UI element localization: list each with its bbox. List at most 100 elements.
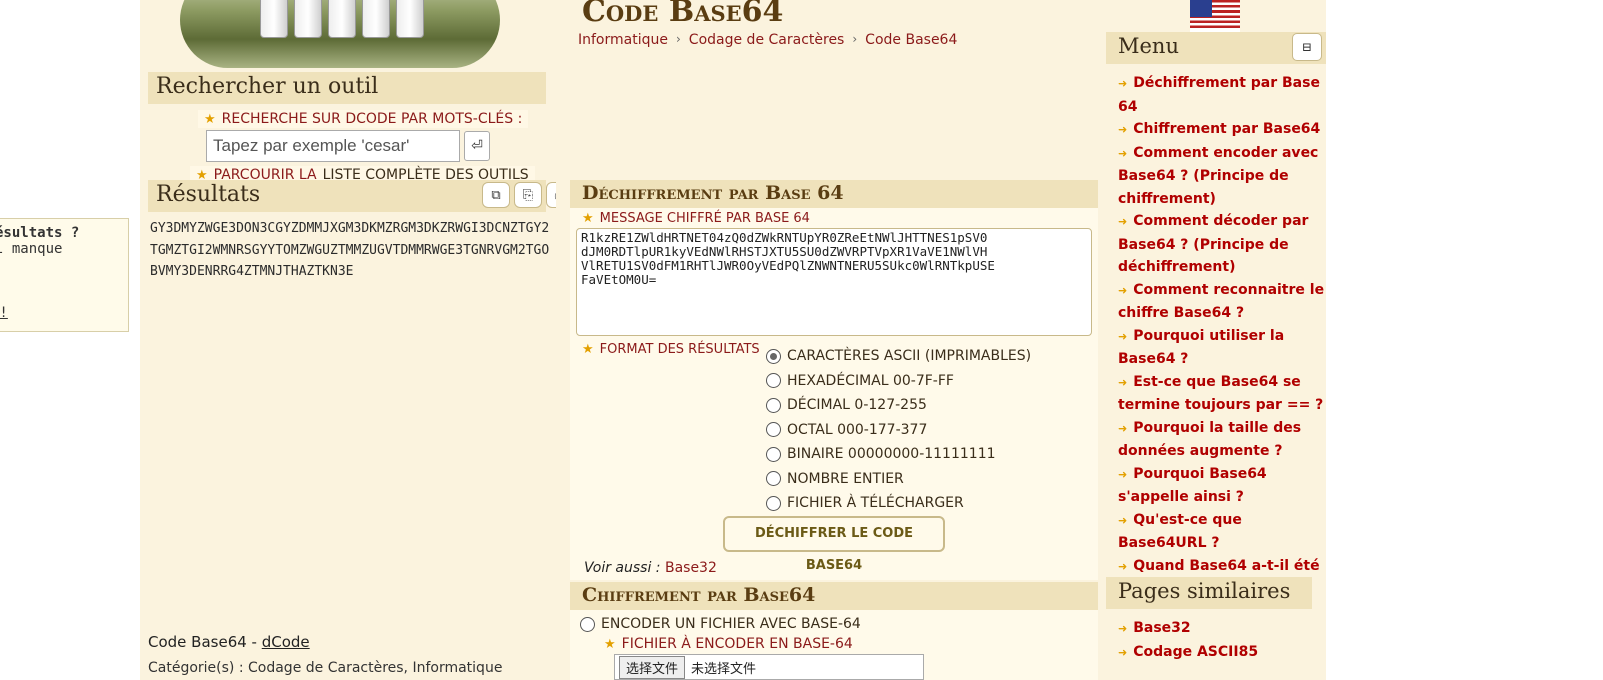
tooltip-title: ésultats ? [0, 225, 80, 241]
menu-item-label: Pourquoi la taille des données augmente … [1118, 419, 1302, 460]
similar-item-label: Codage ASCII85 [1133, 643, 1259, 660]
encrypt-section: Chiffrement par Base64 ENCODER UN FICHIE… [570, 582, 1098, 680]
cryptex-rings [260, 0, 460, 40]
arrow-icon: ➜ [1118, 622, 1128, 635]
page-title: Code Base64 [582, 0, 784, 29]
menu-heading: Menu ⊟ [1106, 32, 1326, 64]
similar-pages-list: ➜ Base32 ➜ Codage ASCII85 [1118, 617, 1258, 664]
english-flag-icon[interactable] [1190, 0, 1240, 32]
arrow-icon: ➜ [1118, 283, 1128, 297]
menu-item[interactable]: ➜ Déchiffrement par Base 64 [1118, 72, 1328, 118]
format-option-label: BINAIRE 00000000-11111111 [787, 446, 996, 463]
format-option-label: NOMBRE ENTIER [787, 470, 904, 487]
format-option-label: OCTAL 000-177-377 [787, 421, 928, 438]
menu-item[interactable]: ➜ Pourquoi la taille des données augmente… [1118, 417, 1328, 463]
collapse-icon[interactable]: ⊟ [1292, 33, 1322, 61]
radio[interactable] [766, 373, 781, 389]
radio[interactable] [766, 422, 781, 438]
keywords-label-row: ★ RECHERCHE SUR DCODE PAR MOTS-CLÉS : [198, 110, 529, 128]
decrypt-section: Déchiffrement par Base 64 ★ MESSAGE CHIF… [570, 180, 1098, 580]
menu-item[interactable]: ➜ Pourquoi Base64 s'appelle ainsi ? [1118, 463, 1328, 509]
radio[interactable] [766, 397, 781, 413]
format-option-label: FICHIER À TÉLÉCHARGER [787, 495, 964, 512]
star-icon: ★ [582, 342, 594, 357]
menu-item[interactable]: ➜ Pourquoi utiliser la Base64 ? [1118, 325, 1328, 371]
arrow-icon: ➜ [1118, 123, 1128, 136]
decrypt-button[interactable]: DÉCHIFFRER LE CODE BASE64 [723, 516, 945, 573]
footer-line: Code Base64 - dCode [148, 633, 310, 651]
file-status: 未选择文件 [691, 661, 757, 677]
search-heading: Rechercher un outil [148, 72, 546, 104]
file-label: FICHIER À ENCODER EN BASE-64 [621, 636, 853, 652]
format-option-binary[interactable]: BINAIRE 00000000-11111111 [766, 442, 1031, 467]
radio[interactable] [580, 616, 595, 632]
search-input[interactable] [206, 130, 460, 162]
similar-item[interactable]: ➜ Codage ASCII85 [1118, 641, 1258, 665]
menu-item[interactable]: ➜ Comment reconnaitre le chiffre Base64 ? [1118, 279, 1328, 325]
radio-selected[interactable] [766, 348, 781, 364]
menu-item[interactable]: ➜ Est-ce que Base64 se termine toujours p… [1118, 371, 1328, 417]
right-column: Menu ⊟ ➜ Déchiffrement par Base 64 ➜ Chiff… [1104, 0, 1326, 680]
radio[interactable] [766, 471, 781, 487]
keywords-label: RECHERCHE SUR DCODE PAR MOTS-CLÉS : [221, 111, 523, 127]
similar-pages-heading: Pages similaires [1106, 577, 1312, 609]
format-option-octal[interactable]: OCTAL 000-177-377 [766, 418, 1031, 443]
file-input[interactable]: 选择文件 未选择文件 [614, 654, 924, 680]
ciphertext-input[interactable]: R1kzRE1ZWldHRTNET04zQ0dZWkRNTUpYR0ZReEtN… [576, 228, 1092, 336]
arrow-icon: ➜ [1118, 77, 1128, 90]
encrypt-heading: Chiffrement par Base64 [570, 582, 1098, 610]
menu-item-label: Comment reconnaitre le chiffre Base64 ? [1118, 281, 1325, 322]
radio[interactable] [766, 495, 781, 511]
logo[interactable] [140, 0, 556, 70]
encode-file-label: ENCODER UN FICHIER AVEC BASE-64 [601, 616, 861, 632]
format-options: CARACTÈRES ASCII (IMPRIMABLES) HEXADÉCIM… [766, 344, 1031, 516]
arrow-icon: ➜ [1118, 513, 1128, 527]
decrypt-body: ★ MESSAGE CHIFFRÉ PAR BASE 64 R1kzRE1ZWl… [570, 208, 1098, 580]
choose-file-button[interactable]: 选择文件 [619, 655, 686, 679]
menu-item[interactable]: ➜ Chiffrement par Base64 [1118, 118, 1328, 142]
format-option-file[interactable]: FICHIER À TÉLÉCHARGER [766, 491, 1031, 516]
enter-icon: ⏎ [471, 138, 483, 154]
radio[interactable] [766, 446, 781, 462]
arrow-icon: ➜ [1118, 467, 1128, 481]
format-option-label: HEXADÉCIMAL 00-7F-FF [787, 372, 954, 389]
file-label-row: ★ FICHIER À ENCODER EN BASE-64 [570, 634, 1098, 654]
encode-file-option[interactable]: ENCODER UN FICHIER AVEC BASE-64 [570, 610, 1098, 634]
breadcrumb-informatique[interactable]: Informatique [578, 32, 668, 48]
menu-item[interactable]: ➜ Qu'est-ce que Base64URL ? [1118, 509, 1328, 555]
format-option-hex[interactable]: HEXADÉCIMAL 00-7F-FF [766, 369, 1031, 394]
menu-item-label: Comment décoder par Base64 ? (Principe d… [1118, 213, 1309, 275]
format-option-ascii[interactable]: CARACTÈRES ASCII (IMPRIMABLES) [766, 344, 1031, 369]
star-icon: ★ [582, 211, 594, 226]
breadcrumb-separator-icon: › [852, 32, 858, 46]
arrow-icon: ➜ [1118, 329, 1128, 343]
similar-item-label: Base32 [1133, 620, 1191, 636]
breadcrumb: Informatique › Codage de Caractères › Co… [578, 32, 957, 48]
arrow-icon: ➜ [1118, 559, 1128, 573]
star-icon: ★ [204, 111, 216, 127]
copy-icon[interactable]: ⧉ [482, 182, 510, 208]
footer-prefix: Code Base64 - [148, 633, 262, 651]
format-option-label: DÉCIMAL 0-127-255 [787, 397, 927, 414]
message-label-row: ★ MESSAGE CHIFFRÉ PAR BASE 64 [570, 208, 1098, 226]
format-option-integer[interactable]: NOMBRE ENTIER [766, 467, 1031, 492]
menu-list: ➜ Déchiffrement par Base 64 ➜ Chiffrement … [1118, 72, 1328, 601]
menu-item-label: Comment encoder avec Base64 ? (Principe … [1118, 144, 1319, 207]
menu-item[interactable]: ➜ Comment encoder avec Base64 ? (Principe… [1118, 142, 1328, 211]
menu-item-label: Est-ce que Base64 se termine toujours pa… [1118, 373, 1324, 414]
dcode-link[interactable]: dCode [262, 633, 310, 651]
base32-link[interactable]: Base32 [665, 560, 717, 576]
menu-item[interactable]: ➜ Comment décoder par Base64 ? (Principe … [1118, 210, 1328, 279]
tooltip-link[interactable]: _! [0, 305, 8, 321]
menu-item-label: Chiffrement par Base64 [1133, 121, 1321, 137]
similar-item[interactable]: ➜ Base32 [1118, 617, 1258, 641]
see-also-prefix: Voir aussi : [584, 560, 665, 576]
breadcrumb-current[interactable]: Code Base64 [865, 32, 957, 48]
format-option-decimal[interactable]: DÉCIMAL 0-127-255 [766, 393, 1031, 418]
results-output[interactable]: GY3DMYZWGE3DON3CGYZDMMJXGM3DKMZRGM3DKZRW… [150, 218, 550, 283]
copy-all-icon[interactable]: ⎘ [514, 182, 542, 208]
search-go-button[interactable]: ⏎ [464, 131, 490, 161]
help-tooltip: ésultats ? l manque _! [0, 218, 129, 332]
breadcrumb-codage[interactable]: Codage de Caractères [689, 32, 845, 48]
arrow-icon: ➜ [1118, 146, 1128, 160]
